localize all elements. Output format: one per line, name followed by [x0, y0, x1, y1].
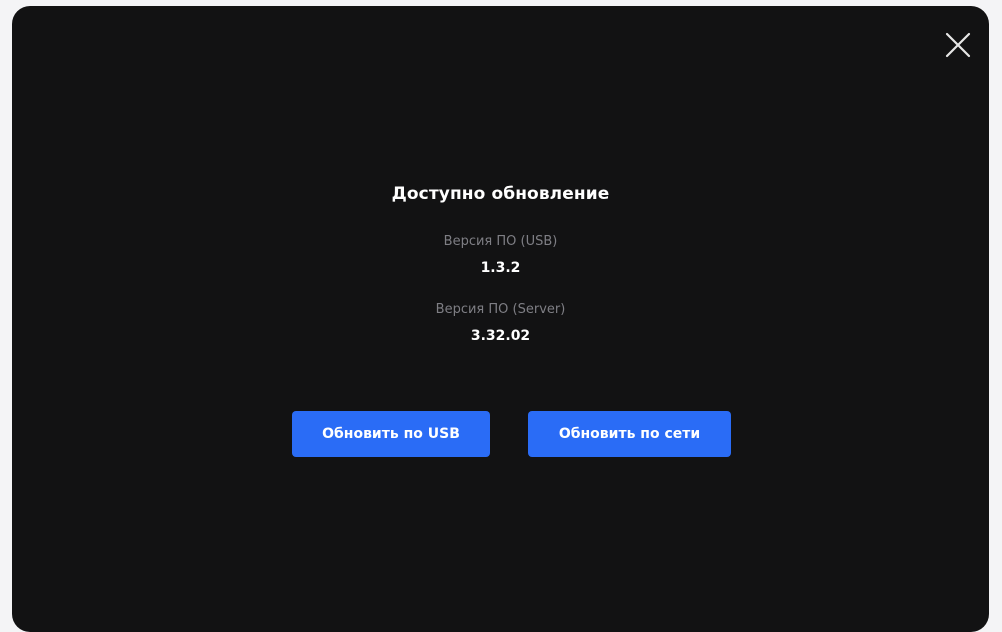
server-version-label: Версия ПО (Server): [435, 302, 566, 317]
update-dialog: Доступно обновление Версия ПО (USB) 1.3.…: [12, 6, 989, 632]
usb-version-label: Версия ПО (USB): [443, 234, 558, 249]
dialog-content: Доступно обновление Версия ПО (USB) 1.3.…: [12, 182, 989, 345]
dialog-title: Доступно обновление: [391, 184, 610, 204]
close-icon: [945, 32, 971, 58]
close-button[interactable]: [943, 30, 973, 60]
usb-version-value: 1.3.2: [480, 260, 521, 276]
update-usb-button[interactable]: Обновить по USB: [292, 411, 490, 457]
dialog-actions: Обновить по USB Обновить по сети: [12, 411, 989, 457]
update-network-button[interactable]: Обновить по сети: [528, 411, 731, 457]
server-version-value: 3.32.02: [470, 328, 531, 344]
